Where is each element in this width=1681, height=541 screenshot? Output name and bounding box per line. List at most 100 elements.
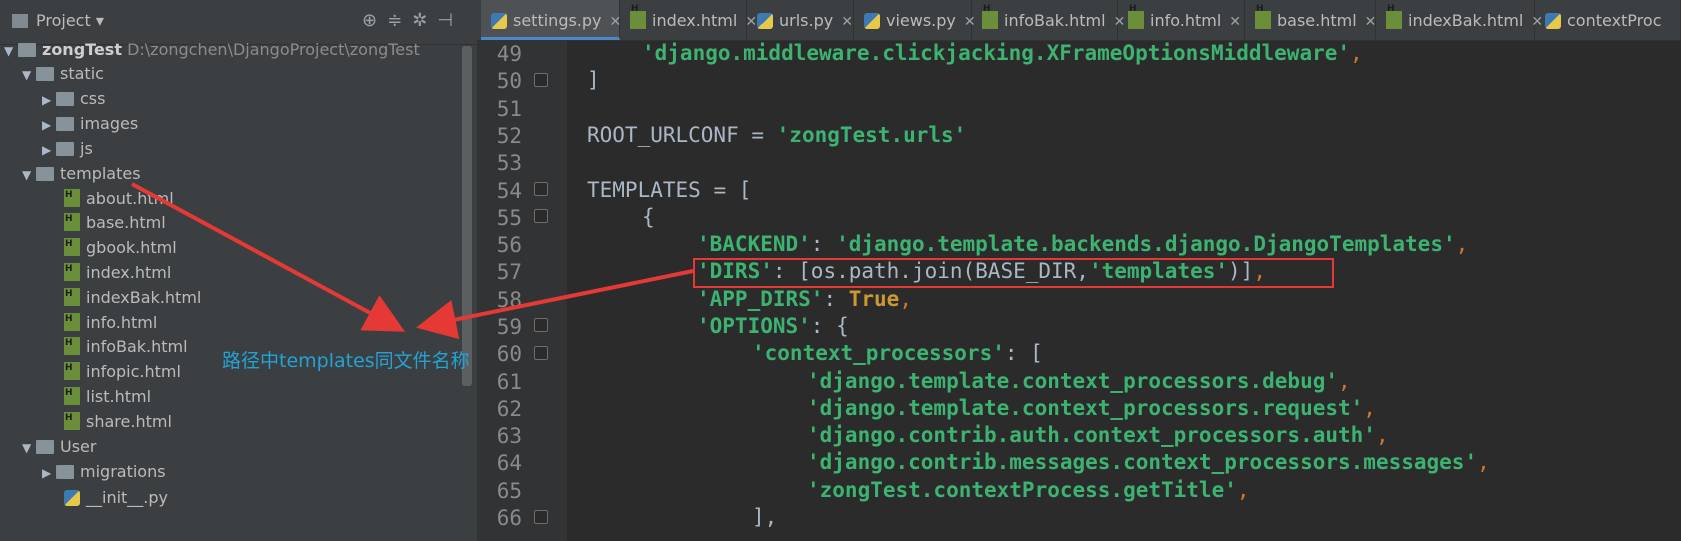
chevron-down-icon[interactable]: ▼ [22,162,36,188]
tree-item-css[interactable]: ▶ css [42,86,105,112]
chevron-down-icon: ▾ [95,11,104,30]
close-icon[interactable]: ✕ [841,14,853,30]
close-icon[interactable]: ✕ [1365,14,1377,30]
python-file-icon [491,13,507,29]
html-file-icon [1386,0,1402,30]
gear-icon[interactable]: ✲ [412,10,437,31]
code-line-65: 'zongTest.contextProcess.getTitle', [807,478,1250,502]
code-line-62: 'django.template.context_processors.requ… [807,396,1376,420]
code-line-59: 'OPTIONS': { [697,314,849,338]
tree-item-migrations[interactable]: ▶ migrations [42,459,166,485]
chevron-right-icon[interactable]: ▶ [42,87,56,113]
line-number: 58 [496,288,522,312]
code-line-61: 'django.template.context_processors.debu… [807,369,1351,393]
line-number: 65 [496,479,522,503]
tab-infobak-html[interactable]: infoBak.html✕ [972,0,1125,40]
tab-settings-py[interactable]: settings.py ✕ [481,0,621,40]
tree-item-static[interactable]: ▼ static [22,61,104,87]
tab-index-html[interactable]: index.html✕ [620,0,757,40]
tree-item-js[interactable]: ▶ js [42,136,93,162]
html-file-icon [64,330,80,356]
code-line-66: ], [752,505,778,529]
code-line-49: 'django.middleware.clickjacking.XFrameOp… [642,41,1363,65]
html-file-icon [64,380,80,406]
tree-item-file[interactable]: about.html [64,182,174,212]
html-file-icon [64,405,80,431]
code-line-63: 'django.contrib.auth.context_processors.… [807,423,1389,447]
html-file-icon [64,231,80,257]
target-icon[interactable]: ⊕ [362,10,387,31]
line-number: 60 [496,342,522,366]
fold-marker-icon[interactable] [534,346,548,360]
tab-urls-py[interactable]: urls.py ✕ [747,0,854,40]
collapse-icon[interactable]: ≑ [387,10,412,31]
fold-marker-icon[interactable] [534,510,548,524]
chevron-right-icon[interactable]: ▶ [42,112,56,138]
tab-indexbak-html[interactable]: indexBak.html✕ [1376,0,1543,40]
code-line-56: 'BACKEND': 'django.template.backends.dja… [697,232,1469,256]
tree-item-file[interactable]: list.html [64,380,151,410]
folder-icon [56,465,74,479]
line-number: 53 [496,151,522,175]
tab-contextprocess-py[interactable]: contextProc [1535,0,1681,40]
html-file-icon [64,355,80,381]
fold-marker-icon[interactable] [534,318,548,332]
tree-item-file[interactable]: infoBak.html [64,330,188,360]
tree-item-templates[interactable]: ▼ templates [22,161,141,187]
python-file-icon [864,13,880,29]
folder-icon [36,67,54,81]
dirs-highlight-box [693,258,1334,288]
html-file-icon [64,182,80,208]
tree-item-file[interactable]: __init__.py [64,485,168,511]
html-file-icon [982,0,998,30]
line-number: 55 [496,206,522,230]
project-view-selector[interactable]: Project ▾ [12,11,104,30]
tree-item-user[interactable]: ▼ User [22,434,96,460]
folder-icon [56,142,74,156]
line-number: 62 [496,397,522,421]
tree-item-file[interactable]: indexBak.html [64,281,201,311]
chevron-down-icon[interactable]: ▼ [22,435,36,461]
line-number: 57 [496,260,522,284]
tree-item-file[interactable]: gbook.html [64,231,177,261]
tab-base-html[interactable]: base.html✕ [1245,0,1376,40]
tree-item-file[interactable]: base.html [64,206,166,236]
code-line-50: ] [587,68,600,92]
fold-marker-icon[interactable] [534,73,548,87]
folder-icon [36,440,54,454]
line-number: 59 [496,315,522,339]
line-number: 49 [496,42,522,66]
html-file-icon [64,306,80,332]
chevron-down-icon[interactable]: ▼ [4,38,18,64]
chevron-right-icon[interactable]: ▶ [42,137,56,163]
html-file-icon [64,206,80,232]
code-line-54: TEMPLATES = [ [587,178,752,202]
tab-views-py[interactable]: views.py ✕ [854,0,976,40]
folder-icon [56,117,74,131]
line-number: 63 [496,424,522,448]
folder-icon [56,92,74,106]
python-file-icon [1545,13,1561,29]
close-icon[interactable]: ✕ [1229,14,1241,30]
html-file-icon [64,256,80,282]
line-number: 66 [496,506,522,530]
project-toolbar: ⊕≑✲⊣ [362,10,463,31]
chevron-right-icon[interactable]: ▶ [42,460,56,486]
tab-info-html[interactable]: info.html✕ [1118,0,1245,40]
tree-item-file[interactable]: share.html [64,405,172,435]
tree-item-zongtest[interactable]: ▼ zongTest D:\zongchen\DjangoProject\zong… [4,37,420,63]
tree-item-file[interactable]: infopic.html [64,355,181,385]
project-scrollbar[interactable] [462,46,472,386]
fold-marker-icon[interactable] [534,209,548,223]
tree-item-images[interactable]: ▶ images [42,111,138,137]
hide-icon[interactable]: ⊣ [437,10,463,31]
code-line-60: 'context_processors': [ [752,341,1043,365]
code-line-55: { [642,205,655,229]
folder-icon [18,43,36,57]
tree-item-file[interactable]: info.html [64,306,157,336]
tree-item-file[interactable]: index.html [64,256,171,286]
project-icon [12,14,28,28]
fold-marker-icon[interactable] [534,182,548,196]
chevron-down-icon[interactable]: ▼ [22,62,36,88]
html-file-icon [1128,0,1144,30]
